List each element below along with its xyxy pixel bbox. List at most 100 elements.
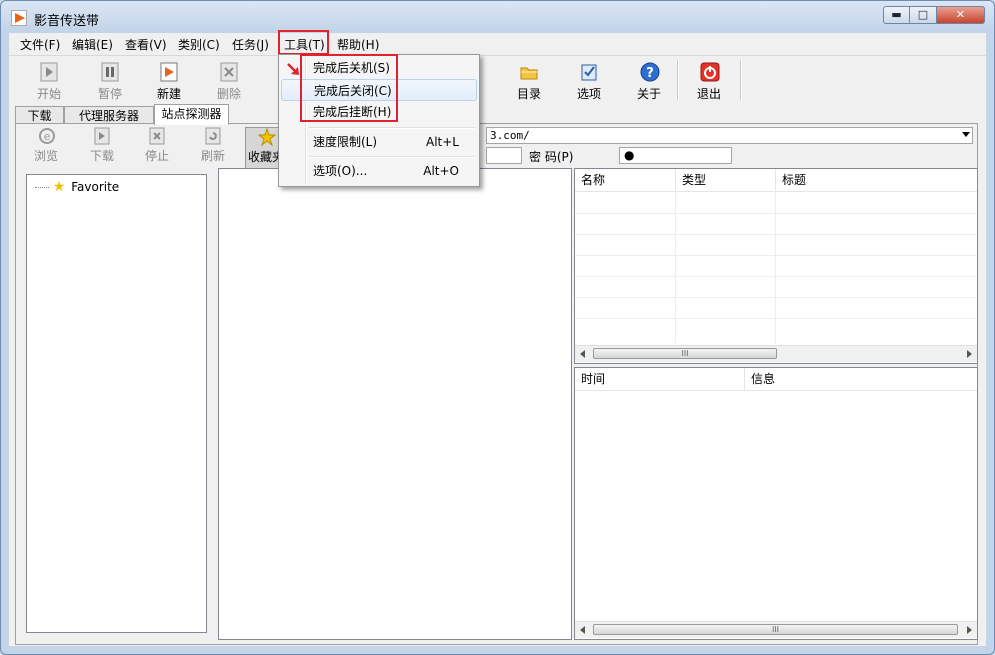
log-list-header: 时间 信息 (575, 368, 977, 391)
stop-icon (149, 127, 165, 145)
menu-category[interactable]: 类别(C) (178, 36, 220, 53)
menu-edit[interactable]: 编辑(E) (72, 36, 113, 53)
log-list[interactable]: 时间 信息 III (574, 367, 978, 640)
scroll-thumb[interactable]: III (593, 624, 958, 635)
dropdown-arrow-icon[interactable] (962, 132, 970, 137)
directory-label: 目录 (516, 87, 541, 101)
menu-task[interactable]: 任务(J) (232, 36, 269, 53)
sub-download-label: 下载 (89, 149, 114, 163)
about-button[interactable]: ? 关于 (627, 62, 671, 102)
refresh-label: 刷新 (200, 149, 225, 163)
main-toolbar: 开始 暂停 新建 删除 开 (9, 55, 986, 102)
address-combo[interactable]: 3.com/ (486, 127, 973, 144)
favorites-tree[interactable]: ★ Favorite (26, 174, 207, 633)
red-pointer-arrow-icon (287, 63, 299, 75)
log-list-hscrollbar[interactable]: III (575, 621, 977, 638)
delete-label: 删除 (216, 87, 241, 101)
tab-proxy-server[interactable]: 代理服务器 (64, 106, 154, 124)
menu-separator (309, 127, 475, 129)
menu-view[interactable]: 查看(V) (125, 36, 167, 53)
close-button[interactable]: ✕ (937, 6, 985, 24)
delete-button[interactable]: 删除 (207, 62, 251, 102)
new-task-icon (160, 62, 178, 82)
browser-content-pane[interactable] (218, 168, 572, 640)
directory-button[interactable]: 目录 (507, 62, 551, 102)
site-explorer-panel: e 浏览 下载 停止 刷新 收藏夹 3.com/ 密 码(P) ● ★ Favo… (15, 123, 978, 645)
new-button[interactable]: 新建 (147, 62, 191, 102)
menu-item-shutdown-after[interactable]: 完成后关机(S) (281, 57, 477, 79)
menu-item-close-after[interactable]: 完成后关闭(C) (281, 79, 477, 101)
about-label: 关于 (636, 87, 661, 101)
column-info[interactable]: 信息 (745, 368, 977, 390)
scroll-left-icon[interactable] (580, 350, 585, 358)
username-field[interactable] (486, 147, 522, 164)
scroll-right-icon[interactable] (967, 626, 972, 634)
start-button[interactable]: 开始 (27, 62, 71, 102)
menu-item-options[interactable]: 选项(O)... Alt+O (281, 160, 477, 182)
tree-connector (35, 186, 49, 188)
stop-label: 停止 (144, 149, 169, 163)
column-time[interactable]: 时间 (575, 368, 745, 390)
app-logo-icon (11, 10, 27, 26)
browse-label: 浏览 (33, 149, 58, 163)
resource-list-hscrollbar[interactable]: III (575, 345, 977, 362)
address-text: 3.com/ (490, 129, 530, 142)
resource-list[interactable]: 名称 类型 标题 III (574, 168, 978, 364)
favorite-star-icon: ★ (52, 179, 66, 195)
refresh-button[interactable]: 刷新 (193, 127, 233, 169)
tools-dropdown-menu: 完成后关机(S) 完成后关闭(C) 完成后挂断(H) 速度限制(L) Alt+L… (278, 54, 480, 187)
browser-e-icon: e (38, 127, 55, 145)
tab-site-explorer[interactable]: 站点探测器 (154, 104, 229, 125)
password-field[interactable]: ● (619, 147, 732, 164)
tree-node-favorite[interactable]: ★ Favorite (35, 179, 120, 195)
stop-button[interactable]: 停止 (137, 127, 177, 169)
browse-button[interactable]: e 浏览 (26, 127, 66, 169)
pause-label: 暂停 (97, 87, 122, 101)
column-name[interactable]: 名称 (575, 169, 676, 191)
tab-download[interactable]: 下载 (15, 106, 64, 124)
start-label: 开始 (36, 87, 61, 101)
svg-text:e: e (44, 130, 51, 143)
minimize-button[interactable]: ▬ (883, 6, 910, 24)
menu-separator (309, 156, 475, 158)
scroll-left-icon[interactable] (580, 626, 585, 634)
menu-item-speed-limit[interactable]: 速度限制(L) Alt+L (281, 131, 477, 153)
column-type[interactable]: 类型 (676, 169, 776, 191)
download-icon (94, 127, 110, 145)
table-row (575, 213, 977, 235)
table-row (575, 297, 977, 319)
delete-icon (220, 62, 238, 82)
toolbar-separator-end (740, 60, 742, 100)
options-button[interactable]: 选项 (567, 62, 611, 102)
options-checklist-icon (580, 62, 598, 82)
menu-item-hangup-after[interactable]: 完成后挂断(H) (281, 101, 477, 123)
main-window: 影音传送带 ▬ □ ✕ 文件(F) 编辑(E) 查看(V) 类别(C) 任务(J… (0, 0, 995, 655)
window-title: 影音传送带 (34, 14, 100, 29)
menu-tools[interactable]: 工具(T) (284, 36, 325, 53)
tree-node-label: Favorite (71, 180, 120, 194)
exit-label: 退出 (696, 87, 721, 101)
pause-button[interactable]: 暂停 (88, 62, 132, 102)
folder-icon (520, 62, 538, 82)
sub-download-button[interactable]: 下载 (82, 127, 122, 169)
close-icon: ✕ (955, 8, 966, 21)
refresh-icon (205, 127, 221, 145)
toolbar-separator (677, 60, 679, 100)
menu-item-label: 完成后关机(S) (313, 61, 390, 75)
power-exit-icon (700, 62, 720, 82)
exit-button[interactable]: 退出 (687, 62, 731, 102)
options-label: 选项 (576, 87, 601, 101)
menu-item-shortcut: Alt+O (423, 164, 459, 178)
maximize-button[interactable]: □ (910, 6, 937, 24)
menu-file[interactable]: 文件(F) (20, 36, 60, 53)
menu-help[interactable]: 帮助(H) (337, 36, 379, 53)
column-title[interactable]: 标题 (776, 169, 977, 191)
scroll-right-icon[interactable] (967, 350, 972, 358)
menu-item-label: 完成后挂断(H) (313, 105, 392, 119)
play-icon (40, 62, 58, 82)
title-bar: 影音传送带 ▬ □ ✕ (1, 1, 994, 33)
table-row (575, 192, 977, 214)
password-value: ● (624, 148, 635, 162)
menu-item-label: 速度限制(L) (313, 135, 378, 149)
scroll-thumb[interactable]: III (593, 348, 777, 359)
